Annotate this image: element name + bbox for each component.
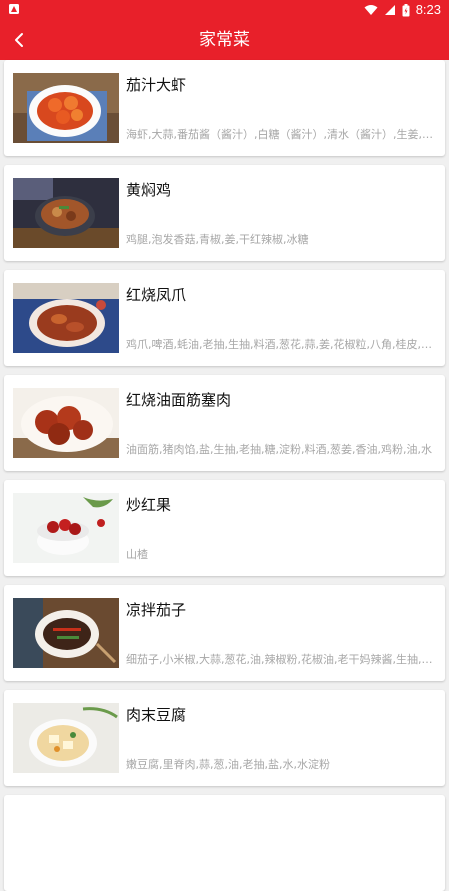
recipe-card[interactable]: 红烧凤爪 鸡爪,啤酒,蚝油,老抽,生抽,料酒,葱花,蒜,姜,花椒粒,八角,桂皮,… <box>4 270 445 366</box>
recipe-name: 茄汁大虾 <box>126 76 187 94</box>
recipe-card[interactable]: 凉拌茄子 细茄子,小米椒,大蒜,葱花,油,辣椒粉,花椒油,老干妈辣酱,生抽,香醋 <box>4 585 445 681</box>
status-bar: 8:23 <box>0 0 449 20</box>
recipe-image-braised-chicken <box>13 178 119 248</box>
recipe-name: 红烧凤爪 <box>126 286 187 304</box>
recipe-image-gluten-pork <box>13 388 119 458</box>
recipe-ingredients: 鸡爪,啤酒,蚝油,老抽,生抽,料酒,葱花,蒜,姜,花椒粒,八角,桂皮,香叶 <box>126 338 438 351</box>
recipe-card[interactable]: 茄汁大虾 海虾,大蒜,番茄酱（酱汁）,白糖（酱汁）,清水（酱汁）,生姜,料酒 <box>4 60 445 156</box>
recipe-ingredients: 鸡腿,泡发香菇,青椒,姜,干红辣椒,冰糖 <box>126 233 309 246</box>
recipe-ingredients: 嫩豆腐,里脊肉,蒜,葱,油,老抽,盐,水,水淀粉 <box>126 758 330 771</box>
status-time: 8:23 <box>415 2 441 17</box>
wifi-icon <box>364 5 378 15</box>
recipe-card[interactable]: 红烧油面筋塞肉 油面筋,猪肉馅,盐,生抽,老抽,糖,淀粉,料酒,葱姜,香油,鸡粉… <box>4 375 445 471</box>
page-title: 家常菜 <box>199 30 250 50</box>
signal-icon <box>384 5 395 15</box>
recipe-image-eggplant <box>13 598 119 668</box>
recipe-card[interactable]: 黄焖鸡 鸡腿,泡发香菇,青椒,姜,干红辣椒,冰糖 <box>4 165 445 261</box>
recipe-name: 凉拌茄子 <box>126 601 187 619</box>
recipe-ingredients: 油面筋,猪肉馅,盐,生抽,老抽,糖,淀粉,料酒,葱姜,香油,鸡粉,油,水 <box>126 443 432 456</box>
recipe-ingredients: 山楂 <box>126 548 148 561</box>
recipe-card[interactable]: 肉末豆腐 嫩豆腐,里脊肉,蒜,葱,油,老抽,盐,水,水淀粉 <box>4 690 445 786</box>
recipe-image-shrimp <box>13 73 119 143</box>
recipe-name: 肉末豆腐 <box>126 706 187 724</box>
battery-icon <box>402 3 410 16</box>
recipe-name: 红烧油面筋塞肉 <box>126 391 232 409</box>
recipe-card-partial[interactable] <box>4 795 445 891</box>
recipe-ingredients: 细茄子,小米椒,大蒜,葱花,油,辣椒粉,花椒油,老干妈辣酱,生抽,香醋 <box>126 653 438 666</box>
notification-icon <box>9 4 19 14</box>
recipe-name: 黄焖鸡 <box>126 181 172 199</box>
recipe-ingredients: 海虾,大蒜,番茄酱（酱汁）,白糖（酱汁）,清水（酱汁）,生姜,料酒 <box>126 128 438 141</box>
recipe-image-hawthorn <box>13 493 119 563</box>
recipe-card[interactable]: 炒红果 山楂 <box>4 480 445 576</box>
recipe-image-minced-tofu <box>13 703 119 773</box>
app-bar: 家常菜 <box>0 20 449 60</box>
recipe-image-chicken-feet <box>13 283 119 353</box>
recipe-name: 炒红果 <box>126 496 172 514</box>
